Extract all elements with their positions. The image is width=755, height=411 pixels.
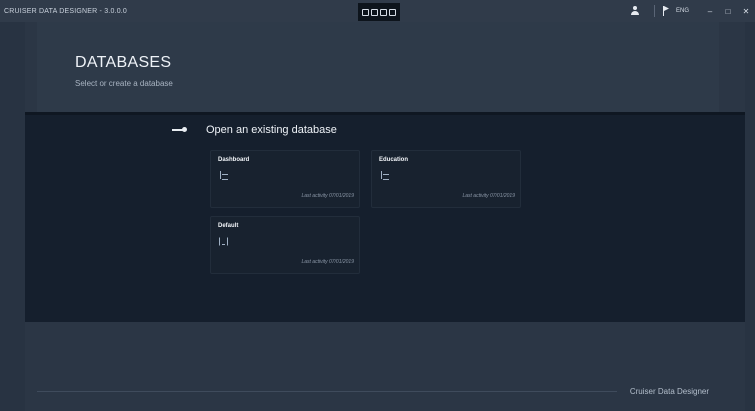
titlebar-controls: ENG – □ ✕ [630, 0, 755, 22]
divider [653, 5, 655, 17]
divider [25, 112, 745, 115]
language-selector[interactable]: ENG [676, 8, 689, 14]
last-activity: Last activity 07/01/2019 [462, 193, 515, 199]
toolbar-comment-icon[interactable] [371, 8, 378, 16]
flag-icon[interactable] [662, 6, 671, 16]
section-title: Open an existing database [206, 124, 337, 136]
maximize-button[interactable]: □ [719, 0, 737, 22]
section-header: Open an existing database [172, 124, 337, 136]
footer-brand: Cruiser Data Designer [629, 387, 709, 396]
open-arrow-icon [172, 126, 187, 134]
database-name: Default [218, 223, 239, 229]
last-activity: Last activity 07/01/2019 [301, 193, 354, 199]
page-subtitle: Select or create a database [75, 79, 173, 88]
close-button[interactable]: ✕ [737, 0, 755, 22]
app-title: CRUISER DATA DESIGNER - 3.0.0.0 [4, 7, 128, 15]
database-panel: Open an existing database Dashboard Last… [25, 112, 745, 322]
toolbar-network-icon[interactable] [389, 8, 396, 16]
database-card-dashboard[interactable]: Dashboard Last activity 07/01/2019 [210, 150, 360, 208]
page-header: DATABASES Select or create a database [37, 22, 719, 112]
right-margin [745, 22, 755, 411]
footer-divider [37, 391, 617, 392]
toolbar-export-icon[interactable] [362, 8, 369, 16]
toolbar-frame-icon[interactable] [380, 8, 387, 16]
database-card-education[interactable]: Education Last activity 07/01/2019 [371, 150, 521, 208]
tree-icon [380, 171, 389, 180]
database-name: Dashboard [218, 157, 250, 163]
database-card-default[interactable]: Default Last activity 07/01/2019 [210, 216, 360, 274]
page-title: DATABASES [75, 54, 172, 71]
user-icon[interactable] [630, 6, 640, 16]
tree-icon [219, 171, 228, 180]
title-bar: CRUISER DATA DESIGNER - 3.0.0.0 ENG – □ … [0, 0, 755, 22]
toolbar [358, 3, 400, 21]
minimize-button[interactable]: – [701, 0, 719, 22]
last-activity: Last activity 07/01/2019 [301, 259, 354, 265]
database-name: Education [379, 157, 409, 163]
left-margin [0, 22, 25, 411]
bracket-icon [219, 237, 228, 246]
